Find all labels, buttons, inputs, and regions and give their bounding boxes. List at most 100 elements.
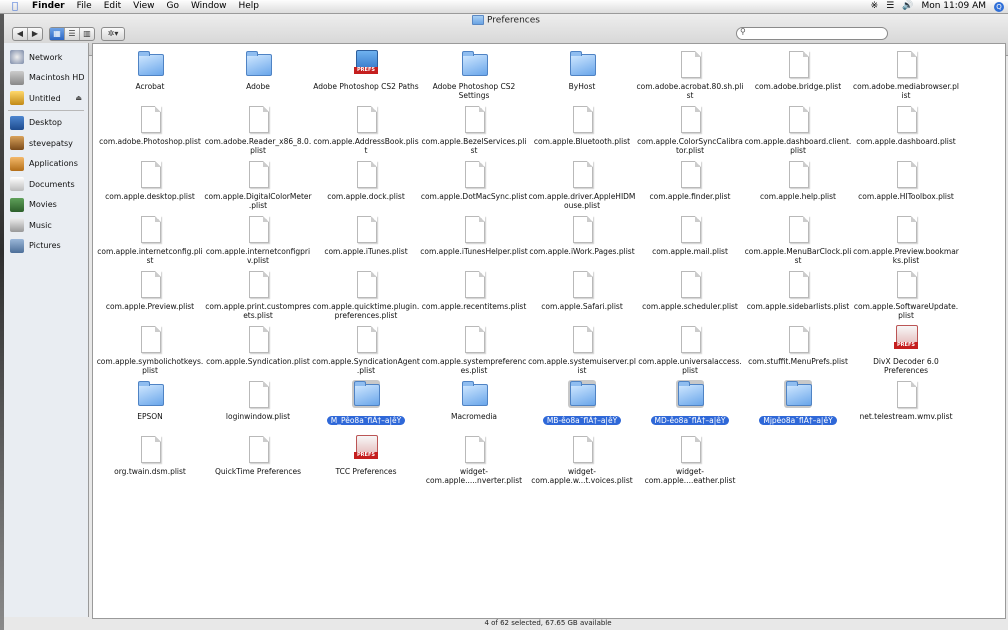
file-item[interactable]: com.apple.iTunes.plist <box>312 215 420 256</box>
prefs-file-icon: PREFS <box>352 435 380 463</box>
file-item[interactable]: com.apple.Syndication.plist <box>204 325 312 366</box>
file-item[interactable]: com.apple.mail.plist <box>636 215 744 256</box>
file-icon-view[interactable]: Acrobat Adobe PREFS Adobe Photoshop CS2 Pat… <box>92 43 1006 619</box>
file-item[interactable]: PREFS DivX Decoder 6.0 Preferences <box>852 325 960 375</box>
list-view-button[interactable]: ☰ <box>65 28 80 40</box>
file-item[interactable]: com.apple.finder.plist <box>636 160 744 201</box>
file-item[interactable]: com.adobe.Reader_x86_8.0.plist <box>204 105 312 155</box>
file-item[interactable]: net.telestream.wmv.plist <box>852 380 960 421</box>
search-input[interactable] <box>749 28 881 38</box>
folder-item[interactable]: MD-êo8a¯flÂ†–a|êŸ <box>636 380 744 427</box>
folder-item[interactable]: Acrobat <box>96 50 204 91</box>
menu-view[interactable]: View <box>133 0 162 13</box>
menu-edit[interactable]: Edit <box>104 0 129 13</box>
sidebar-item-network[interactable]: Network <box>10 49 88 65</box>
file-item[interactable]: com.stuffit.MenuPrefs.plist <box>744 325 852 366</box>
menu-help[interactable]: Help <box>238 0 267 13</box>
file-item[interactable]: com.apple.recentitems.plist <box>420 270 528 311</box>
file-item[interactable]: com.apple.iWork.Pages.plist <box>528 215 636 256</box>
file-item[interactable]: com.apple.help.plist <box>744 160 852 201</box>
clock[interactable]: Mon 11:09 AM <box>921 0 986 13</box>
file-item[interactable]: widget-com.apple.w...t.voices.plist <box>528 435 636 485</box>
sidebar-item-label: Applications <box>29 159 78 168</box>
search-field[interactable]: ⚲ <box>736 27 888 40</box>
apple-menu-icon[interactable]:  <box>12 0 18 13</box>
file-item[interactable]: com.adobe.mediabrowser.plist <box>852 50 960 100</box>
file-item[interactable]: com.apple.sidebarlists.plist <box>744 270 852 311</box>
file-item[interactable]: com.apple.Preview.bookmarks.plist <box>852 215 960 265</box>
file-item[interactable]: com.apple.symbolichotkeys.plist <box>96 325 204 375</box>
file-item[interactable]: com.apple.DotMacSync.plist <box>420 160 528 201</box>
sidebar-item-macintosh-hd[interactable]: Macintosh HD <box>10 70 88 86</box>
file-item[interactable]: widget-com.apple.....nverter.plist <box>420 435 528 485</box>
file-label: widget-com.apple.w...t.voices.plist <box>531 467 633 485</box>
file-item[interactable]: com.apple.print.custompresets.plist <box>204 270 312 320</box>
forward-button[interactable]: ▶ <box>28 28 42 40</box>
file-item[interactable]: com.apple.SyndicationAgent.plist <box>312 325 420 375</box>
eject-icon[interactable]: ⏏ <box>75 94 82 102</box>
volume-icon[interactable]: 🔊 <box>902 0 913 13</box>
spotlight-icon[interactable]: Q <box>994 1 1004 12</box>
folder-item[interactable]: MB-êo8a¯flÂ†–a|êŸ <box>528 380 636 427</box>
sidebar-item-untitled[interactable]: Untitled ⏏ <box>10 90 88 106</box>
file-item[interactable]: com.apple.systemuiserver.plist <box>528 325 636 375</box>
file-item[interactable]: com.apple.scheduler.plist <box>636 270 744 311</box>
music-icon <box>10 218 24 232</box>
file-item[interactable]: com.apple.quicktime.plugin.preferences.p… <box>312 270 420 320</box>
menu-finder[interactable]: Finder <box>32 0 73 13</box>
folder-item[interactable]: Mjpêo8a¯flÂ†–a|êŸ <box>744 380 852 427</box>
menu-file[interactable]: File <box>77 0 100 13</box>
file-item[interactable]: com.apple.Preview.plist <box>96 270 204 311</box>
sidebar-item-stevepatsy[interactable]: stevepatsy <box>10 135 88 151</box>
menu-window[interactable]: Window <box>191 0 235 13</box>
back-button[interactable]: ◀ <box>13 28 28 40</box>
sidebar-item-music[interactable]: Music <box>10 217 88 233</box>
file-item[interactable]: com.apple.driver.AppleHIDMouse.plist <box>528 160 636 210</box>
file-item[interactable]: com.apple.ColorSyncCalibrator.plist <box>636 105 744 155</box>
column-view-button[interactable]: ▥ <box>80 28 94 40</box>
file-item[interactable]: QuickTime Preferences <box>204 435 312 476</box>
wifi-icon[interactable]: ☰ <box>886 0 894 13</box>
icon-view-button[interactable]: ▦ <box>50 28 65 40</box>
file-item[interactable]: com.adobe.bridge.plist <box>744 50 852 91</box>
file-item[interactable]: com.apple.universalaccess.plist <box>636 325 744 375</box>
sidebar-item-documents[interactable]: Documents <box>10 176 88 192</box>
sidebar-item-movies[interactable]: Movies <box>10 197 88 213</box>
file-item[interactable]: com.apple.HIToolbox.plist <box>852 160 960 201</box>
file-item[interactable]: com.apple.BezelServices.plist <box>420 105 528 155</box>
file-item[interactable]: com.apple.Bluetooth.plist <box>528 105 636 146</box>
file-item[interactable]: com.apple.DigitalColorMeter.plist <box>204 160 312 210</box>
file-item[interactable]: com.adobe.Photoshop.plist <box>96 105 204 146</box>
sidebar-item-desktop[interactable]: Desktop <box>10 115 88 131</box>
sidebar-item-pictures[interactable]: Pictures <box>10 238 88 254</box>
file-item[interactable]: com.apple.systempreferences.plist <box>420 325 528 375</box>
file-item[interactable]: com.apple.dashboard.client.plist <box>744 105 852 155</box>
folder-item[interactable]: Adobe Photoshop CS2 Settings <box>420 50 528 100</box>
file-item[interactable]: loginwindow.plist <box>204 380 312 421</box>
file-item[interactable]: com.apple.SoftwareUpdate.plist <box>852 270 960 320</box>
file-item[interactable]: com.apple.internetconfigpriv.plist <box>204 215 312 265</box>
file-item[interactable]: com.apple.internetconfig.plist <box>96 215 204 265</box>
action-gear-button[interactable]: ✲▾ <box>102 28 124 40</box>
file-item[interactable]: com.apple.MenuBarClock.plist <box>744 215 852 265</box>
menu-go[interactable]: Go <box>166 0 186 13</box>
file-item[interactable]: com.apple.Safari.plist <box>528 270 636 311</box>
folder-item[interactable]: ByHost <box>528 50 636 91</box>
file-item[interactable]: com.adobe.acrobat.80.sh.plist <box>636 50 744 100</box>
file-item[interactable]: com.apple.dashboard.plist <box>852 105 960 146</box>
file-item[interactable]: com.apple.desktop.plist <box>96 160 204 201</box>
file-item[interactable]: com.apple.AddressBook.plist <box>312 105 420 155</box>
folder-item[interactable]: Adobe <box>204 50 312 91</box>
file-item[interactable]: widget-com.apple....eather.plist <box>636 435 744 485</box>
file-item[interactable]: org.twain.dsm.plist <box>96 435 204 476</box>
folder-item[interactable]: Macromedia <box>420 380 528 421</box>
folder-item[interactable]: M_Pêo8a¯flÂ†–a|êŸ <box>312 380 420 427</box>
sidebar-item-applications[interactable]: Applications <box>10 156 88 172</box>
file-item[interactable]: com.apple.iTunesHelper.plist <box>420 215 528 256</box>
bluetooth-icon[interactable]: ※ <box>871 0 879 13</box>
file-item[interactable]: PREFS TCC Preferences <box>312 435 420 476</box>
folder-item[interactable]: EPSON <box>96 380 204 421</box>
home-icon <box>10 136 24 150</box>
file-item[interactable]: com.apple.dock.plist <box>312 160 420 201</box>
file-item[interactable]: PREFS Adobe Photoshop CS2 Paths <box>312 50 420 91</box>
